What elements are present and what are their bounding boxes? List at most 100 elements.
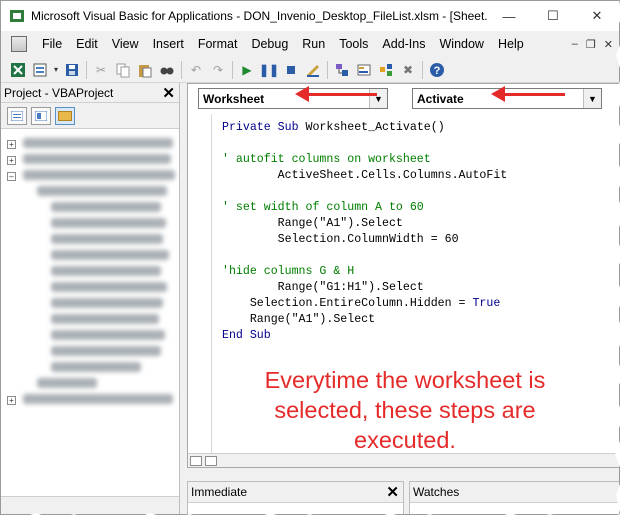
menu-tools[interactable]: Tools: [332, 37, 375, 51]
project-explorer-scrollbar[interactable]: [1, 496, 179, 514]
watches-pane-header: Watches: [410, 482, 619, 502]
code-line[interactable]: 'hide columns G & H: [222, 264, 507, 280]
procedure-dropdown-value: Activate: [417, 91, 464, 106]
tree-expander[interactable]: –: [7, 169, 16, 183]
menu-edit[interactable]: Edit: [69, 37, 105, 51]
menu-insert[interactable]: Insert: [146, 37, 191, 51]
toolbox-icon[interactable]: ✖: [397, 60, 419, 80]
code-text[interactable]: Private Sub Worksheet_Activate() ' autofi…: [222, 120, 507, 344]
code-line[interactable]: Selection.EntireColumn.Hidden = True: [222, 296, 507, 312]
blurred-tree-item[interactable]: [51, 250, 169, 260]
annotation-arrowhead-object: [295, 86, 309, 102]
code-line[interactable]: [222, 136, 507, 152]
window-title: Microsoft Visual Basic for Applications …: [31, 9, 487, 23]
cut-icon[interactable]: ✂: [90, 60, 112, 80]
blurred-tree-item[interactable]: [51, 330, 165, 340]
blurred-tree-item[interactable]: [23, 394, 173, 404]
paste-icon[interactable]: [134, 60, 156, 80]
full-module-view-button[interactable]: [205, 455, 217, 466]
watches-list[interactable]: [410, 502, 619, 514]
menu-view[interactable]: View: [105, 37, 146, 51]
find-icon[interactable]: [156, 60, 178, 80]
object-dropdown[interactable]: Worksheet ▼: [198, 88, 388, 109]
project-explorer-icon[interactable]: [331, 60, 353, 80]
code-line[interactable]: Selection.ColumnWidth = 60: [222, 232, 507, 248]
doc-minimize-button[interactable]: –: [572, 38, 578, 51]
procedure-dropdown[interactable]: Activate ▼: [412, 88, 602, 109]
menu-run[interactable]: Run: [295, 37, 332, 51]
code-line[interactable]: Range("A1").Select: [222, 312, 507, 328]
code-keyword: End Sub: [222, 329, 271, 342]
view-code-icon[interactable]: [7, 106, 27, 125]
chevron-down-icon[interactable]: ▼: [583, 89, 601, 108]
menu-add-ins[interactable]: Add-Ins: [375, 37, 432, 51]
blurred-tree-item[interactable]: [23, 170, 175, 180]
toolbar-separator: [232, 60, 233, 79]
svg-text:?: ?: [434, 65, 441, 77]
project-tree: + + – +: [1, 129, 179, 459]
maximize-button[interactable]: ☐: [531, 1, 575, 31]
view-object-icon[interactable]: [31, 106, 51, 125]
immediate-close-button[interactable]: ✕: [386, 483, 399, 501]
code-line[interactable]: Range("A1").Select: [222, 216, 507, 232]
tree-expander[interactable]: +: [7, 393, 16, 407]
code-line[interactable]: End Sub: [222, 328, 507, 344]
code-token: Worksheet_Activate(): [305, 121, 445, 134]
procedure-view-button[interactable]: [190, 455, 202, 466]
blurred-tree-item[interactable]: [51, 362, 141, 372]
run-icon[interactable]: ▶: [236, 60, 258, 80]
code-token: Selection.EntireColumn.Hidden =: [222, 297, 473, 310]
menu-help[interactable]: Help: [491, 37, 531, 51]
tree-expander[interactable]: +: [7, 153, 16, 167]
code-line[interactable]: ' autofit columns on worksheet: [222, 152, 507, 168]
code-line[interactable]: ' set width of column A to 60: [222, 200, 507, 216]
blurred-tree-item[interactable]: [51, 282, 167, 292]
properties-icon[interactable]: [353, 60, 375, 80]
document-menu-icon[interactable]: [11, 36, 27, 52]
close-button[interactable]: ✕: [575, 1, 619, 31]
chevron-down-icon[interactable]: ▼: [369, 89, 387, 108]
menu-format[interactable]: Format: [191, 37, 245, 51]
code-line[interactable]: [222, 184, 507, 200]
doc-restore-button[interactable]: ❐: [586, 38, 596, 51]
object-browser-icon[interactable]: [375, 60, 397, 80]
code-token: Range("G1:H1").Select: [222, 281, 424, 294]
project-explorer-close-button[interactable]: ✕: [162, 84, 175, 102]
blurred-tree-item[interactable]: [51, 202, 161, 212]
blurred-tree-item[interactable]: [51, 266, 161, 276]
excel-icon[interactable]: [7, 60, 29, 80]
design-mode-icon[interactable]: [302, 60, 324, 80]
blurred-tree-item[interactable]: [51, 298, 163, 308]
code-line[interactable]: Range("G1:H1").Select: [222, 280, 507, 296]
blurred-tree-item[interactable]: [23, 154, 171, 164]
insert-module-icon[interactable]: [29, 60, 51, 80]
blurred-tree-item[interactable]: [37, 378, 97, 388]
code-line[interactable]: Private Sub Worksheet_Activate(): [222, 120, 507, 136]
doc-close-button[interactable]: ✕: [604, 38, 613, 51]
immediate-input[interactable]: [188, 502, 403, 514]
save-icon[interactable]: [61, 60, 83, 80]
blurred-tree-item[interactable]: [51, 218, 166, 228]
menu-debug[interactable]: Debug: [244, 37, 295, 51]
menu-window[interactable]: Window: [433, 37, 491, 51]
blurred-tree-item[interactable]: [51, 346, 161, 356]
blurred-tree-item[interactable]: [51, 314, 159, 324]
menu-file[interactable]: File: [35, 37, 69, 51]
reset-icon[interactable]: [280, 60, 302, 80]
code-margin-bar[interactable]: [188, 114, 212, 454]
help-icon[interactable]: ?: [426, 60, 448, 80]
code-line[interactable]: [222, 248, 507, 264]
blurred-tree-item[interactable]: [37, 186, 167, 196]
project-explorer-header: Project - VBAProject ✕: [1, 83, 179, 103]
copy-icon[interactable]: [112, 60, 134, 80]
undo-icon[interactable]: ↶: [185, 60, 207, 80]
blurred-tree-item[interactable]: [23, 138, 173, 148]
redo-icon[interactable]: ↷: [207, 60, 229, 80]
dropdown-arrow-icon[interactable]: ▾: [51, 60, 61, 80]
code-line[interactable]: ActiveSheet.Cells.Columns.AutoFit: [222, 168, 508, 184]
minimize-button[interactable]: —: [487, 1, 531, 31]
tree-expander[interactable]: +: [7, 137, 16, 151]
break-icon[interactable]: ❚❚: [258, 60, 280, 80]
toggle-folders-icon[interactable]: [55, 106, 75, 125]
blurred-tree-item[interactable]: [51, 234, 163, 244]
